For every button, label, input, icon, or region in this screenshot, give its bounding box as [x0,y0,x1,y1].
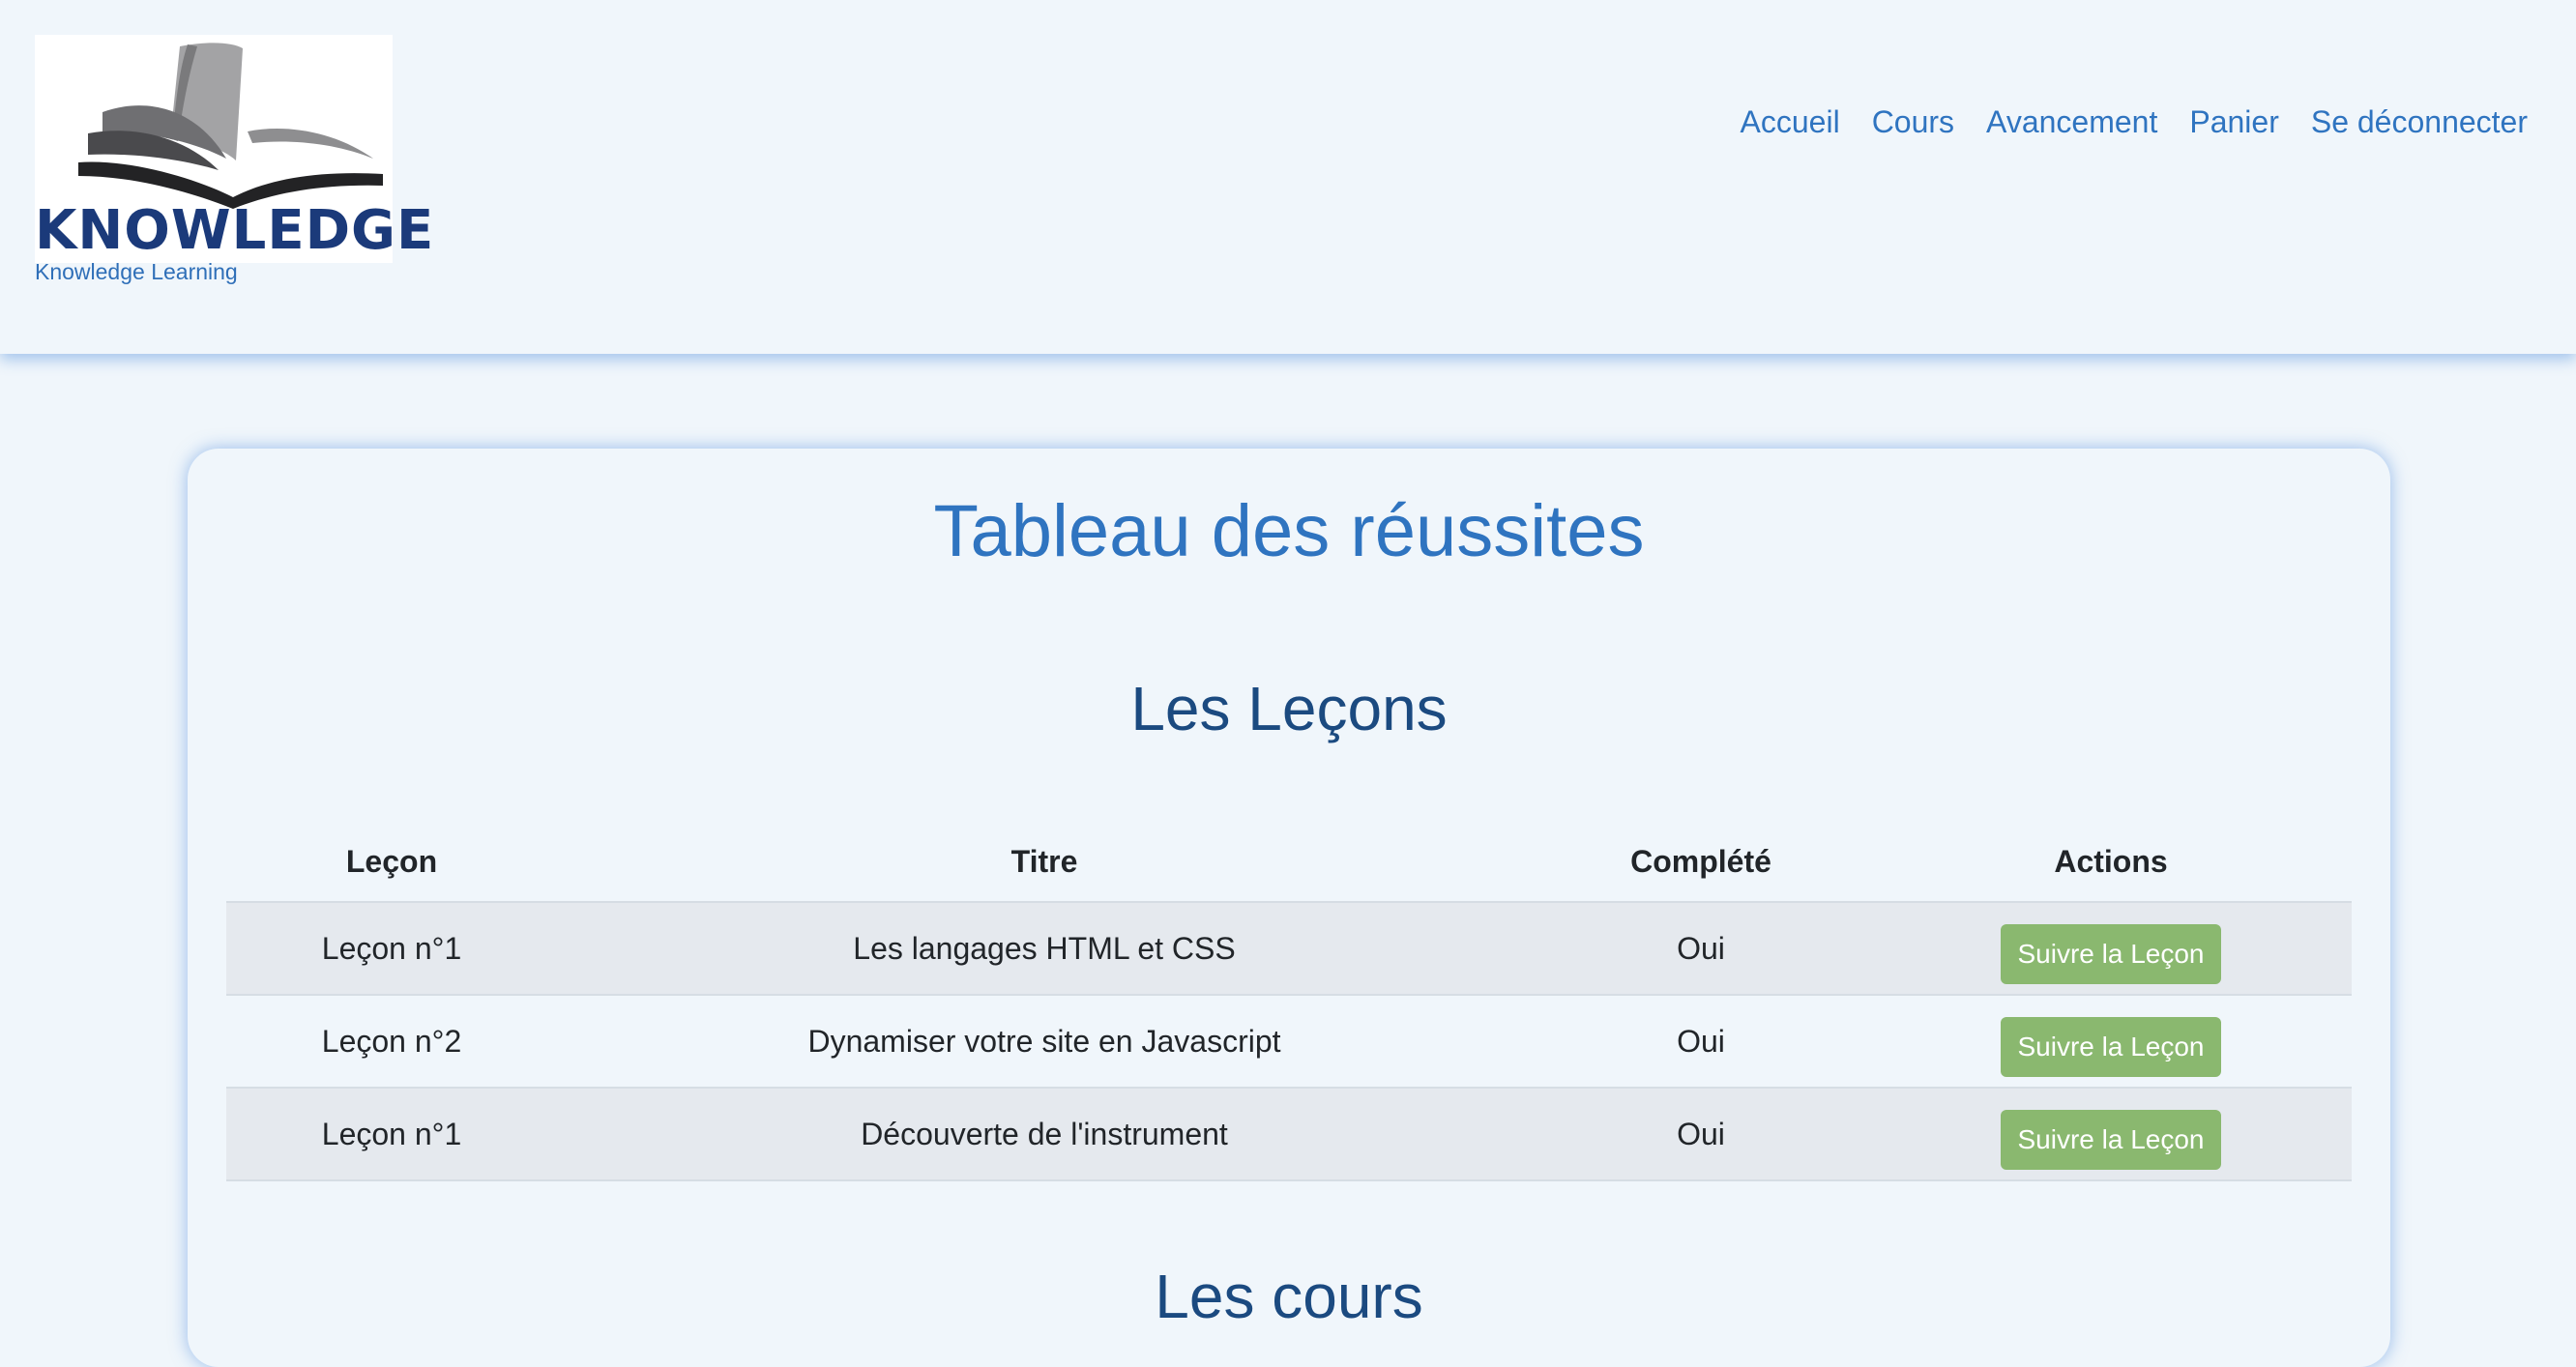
cell-titre: Les langages HTML et CSS [557,902,1532,996]
cell-actions: Suivre la Leçon [1870,1088,2352,1181]
cell-titre: Dynamiser votre site en Javascript [557,995,1532,1089]
column-header-titre: Titre [557,822,1532,903]
follow-lesson-button[interactable]: Suivre la Leçon [2001,924,2221,984]
site-header: KNOWLEDGE Knowledge Learning Accueil Cou… [0,0,2576,354]
nav-link-logout[interactable]: Se déconnecter [2311,104,2528,140]
nav-link-accueil[interactable]: Accueil [1741,104,1840,140]
follow-lesson-button[interactable]: Suivre la Leçon [2001,1017,2221,1077]
cell-complete: Oui [1532,902,1870,996]
column-header-lecon: Leçon [226,822,557,903]
cell-complete: Oui [1532,995,1870,1089]
cell-lecon: Leçon n°1 [226,1088,557,1181]
logo-subtitle: Knowledge Learning [35,259,238,284]
open-book-icon [78,43,383,209]
lessons-table: Leçon Titre Complété Actions Leçon n°1 L… [226,822,2352,1181]
courses-section-title: Les cours [1155,1262,1423,1331]
column-header-actions: Actions [1870,822,2352,903]
cell-actions: Suivre la Leçon [1870,995,2352,1089]
follow-lesson-button[interactable]: Suivre la Leçon [2001,1110,2221,1170]
nav-link-cours[interactable]: Cours [1872,104,1954,140]
logo[interactable]: KNOWLEDGE [35,35,435,263]
table-header-row: Leçon Titre Complété Actions [226,822,2352,903]
achievements-card: Tableau des réussites Les Leçons Leçon T… [188,449,2390,1367]
page-title: Tableau des réussites [933,490,1645,572]
cell-actions: Suivre la Leçon [1870,902,2352,996]
table-row: Leçon n°1 Les langages HTML et CSS Oui S… [226,902,2352,996]
cell-titre: Découverte de l'instrument [557,1088,1532,1181]
cell-complete: Oui [1532,1088,1870,1181]
nav-link-panier[interactable]: Panier [2189,104,2279,140]
table-row: Leçon n°2 Dynamiser votre site en Javasc… [226,995,2352,1089]
lessons-section-title: Les Leçons [1130,674,1448,743]
main-nav: Accueil Cours Avancement Panier Se décon… [1741,104,2528,140]
column-header-complete: Complété [1532,822,1870,903]
nav-link-avancement[interactable]: Avancement [1986,104,2157,140]
cell-lecon: Leçon n°2 [226,995,557,1089]
logo-wordmark: KNOWLEDGE [35,199,435,262]
cell-lecon: Leçon n°1 [226,902,557,996]
table-row: Leçon n°1 Découverte de l'instrument Oui… [226,1088,2352,1181]
